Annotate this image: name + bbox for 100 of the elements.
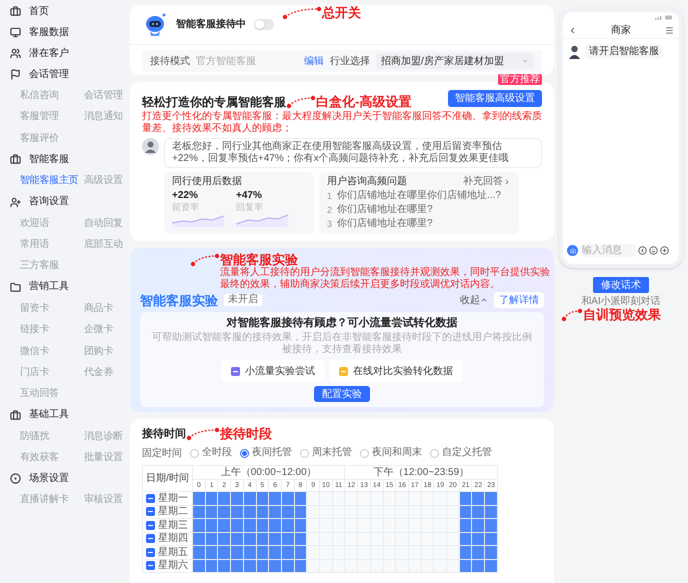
sidebar-section[interactable]: 潜在客户	[29, 48, 69, 60]
sidebar-item[interactable]: 高级设置	[84, 170, 128, 192]
sidebar-item[interactable]: 代金券	[84, 362, 128, 384]
feature-label: 小流量实验尝试	[245, 364, 315, 378]
sidebar-section[interactable]: 场景设置	[29, 472, 69, 485]
annotation-title: 白盒化-高级设置	[316, 95, 412, 109]
sidebar-item[interactable]: 微信卡	[20, 340, 80, 362]
sidebar-section[interactable]: 首页	[29, 6, 49, 18]
message-input[interactable]: 输入消息	[580, 244, 636, 257]
configure-button[interactable]: 配置实验	[314, 386, 370, 402]
trend-sparkline	[172, 213, 224, 227]
annotation-title: 总开关	[322, 6, 361, 20]
leader-line	[186, 427, 220, 441]
smile-icon[interactable]	[649, 246, 658, 255]
stat-value: +22%	[172, 190, 199, 202]
question-number: 1	[327, 190, 332, 202]
sidebar-item[interactable]: 审核设置	[84, 489, 128, 511]
advanced-settings-button[interactable]: 智能客服高级设置	[448, 90, 542, 107]
sidebar-item[interactable]: 留资卡	[20, 298, 80, 320]
sidebar-section[interactable]: 咨询设置	[29, 196, 69, 208]
row-checkbox[interactable]	[146, 534, 155, 544]
status-badge: 未开启	[224, 294, 262, 306]
back-icon[interactable]	[568, 26, 577, 35]
camera-button[interactable]	[567, 245, 578, 256]
chevron-down-icon	[521, 57, 529, 65]
sidebar-item[interactable]: 互动回答	[20, 383, 80, 405]
sidebar-item[interactable]: 门店卡	[20, 362, 80, 384]
chevron-circle-icon[interactable]	[638, 246, 647, 255]
sidebar-item[interactable]: 批量设置	[84, 447, 128, 468]
sidebar-item[interactable]: 直播讲解卡	[20, 489, 80, 511]
row-checkbox[interactable]	[146, 548, 155, 557]
radio-option[interactable]: 夜间和周末	[360, 447, 422, 459]
reception-title: 智能客服接待中	[176, 17, 246, 32]
hint-text: 和AI小派即刻对话	[581, 296, 661, 308]
user-plus-icon	[10, 196, 21, 208]
sidebar-section[interactable]: 营销工具	[29, 281, 69, 294]
sidebar-item[interactable]: 链接卡	[20, 319, 80, 341]
row-checkbox[interactable]	[146, 507, 155, 516]
sidebar-item[interactable]: 三方客服	[20, 255, 80, 277]
row-checkbox[interactable]	[146, 520, 155, 530]
signal-battery-icon	[655, 15, 673, 20]
radio-option[interactable]: 周末托管	[300, 447, 352, 459]
question-text: 你们店铺地址在哪里?	[337, 204, 433, 216]
sidebar-item[interactable]: 欢迎语	[20, 212, 80, 234]
sidebar-section[interactable]: 智能客服	[29, 154, 69, 166]
day-label: 星期一	[158, 492, 188, 504]
feature-label: 在线对比实验转化数据	[353, 364, 453, 378]
question-text: 你们店铺地址在哪里你们店铺地址...?	[337, 190, 501, 202]
details-button[interactable]: 了解详情	[494, 292, 544, 308]
radio-option[interactable]: 自定义托管	[430, 447, 492, 459]
collapse-link[interactable]: 收起	[460, 292, 488, 308]
menu-icon[interactable]	[665, 26, 674, 35]
toggle-switch[interactable]	[254, 19, 274, 30]
chat-title: 商家	[611, 24, 631, 36]
sidebar-item[interactable]: 会话管理	[84, 85, 128, 106]
sidebar-item[interactable]: 消息通知	[84, 106, 128, 128]
section-title: 轻松打造你的专属智能客服	[142, 95, 286, 109]
sidebar-item[interactable]: 私信咨询	[20, 85, 80, 106]
section-title: 接待时间	[142, 428, 186, 441]
add-answer-link[interactable]: 补充回答	[463, 176, 511, 188]
sidebar-item[interactable]: 常用语	[20, 234, 80, 256]
sidebar-item[interactable]: 有效获客	[20, 447, 80, 468]
sidebar-item[interactable]: 客服评价	[20, 128, 80, 150]
question-number: 2	[327, 204, 332, 216]
sidebar-item[interactable]: 商品卡	[84, 298, 128, 320]
row-checkbox[interactable]	[146, 494, 155, 503]
leader-line	[190, 253, 220, 267]
leader-line	[561, 308, 583, 322]
avatar-icon	[142, 138, 159, 155]
sidebar-item[interactable]: 自动回复	[84, 212, 128, 234]
stat-label: 留资率	[172, 202, 200, 212]
mode-label: 接待模式	[150, 54, 190, 68]
sidebar-item[interactable]: 企微卡	[84, 319, 128, 341]
annotation-text: 打造更个性化的专属智能客服：最大程度解决用户关于智能客服回答不准确、拿到的线索质量差、接待效果不如真人的顾虑；	[142, 111, 542, 135]
annotation-text: 流量将人工接待的用户分流到智能客服接待并观测效果，同时平台提供实验最终的效果，辅助商家决策后续开启更多时段或调优对话内容。	[220, 267, 550, 291]
sidebar-section[interactable]: 会话管理	[29, 68, 69, 80]
radio-option[interactable]: 夜间托管	[240, 447, 292, 459]
row-checkbox[interactable]	[146, 561, 155, 570]
industry-select[interactable]: 招商加盟/房产家居建材加盟	[376, 53, 534, 69]
chevron-up-icon	[480, 296, 488, 304]
annotation-title: 接待时段	[220, 427, 272, 441]
sidebar-item[interactable]: 客服管理	[20, 106, 80, 128]
monitor-icon	[10, 27, 21, 38]
industry-label: 行业选择	[330, 54, 370, 68]
experiment-description: 可帮助测试智能客服的接待效果，开启后在非智能客服接待时段下的进线用户将按比例被接待，支持查看接待效果	[151, 332, 533, 356]
plus-circle-icon[interactable]	[660, 246, 669, 255]
sidebar-section[interactable]: 客服数据	[29, 26, 69, 38]
sidebar-item[interactable]: 团购卡	[84, 340, 128, 362]
sidebar-item[interactable]: 智能客服主页	[20, 170, 80, 192]
sidebar-item[interactable]: 防骚扰	[20, 426, 80, 448]
trend-sparkline	[236, 213, 288, 227]
sidebar-section[interactable]: 基础工具	[29, 409, 69, 422]
flag-icon	[10, 69, 21, 80]
experiment-title: 智能客服实验	[140, 292, 218, 308]
radio-option[interactable]: 全时段	[190, 447, 232, 459]
sidebar-item[interactable]: 消息诊断	[84, 426, 128, 448]
sidebar-item[interactable]: 底部互动	[84, 234, 128, 256]
edit-script-button[interactable]: 修改话术	[593, 277, 649, 293]
edit-link[interactable]: 编辑	[304, 54, 324, 68]
experiment-heading: 对智能客服接待有顾虑？可小流量尝试转化数据	[226, 317, 458, 330]
